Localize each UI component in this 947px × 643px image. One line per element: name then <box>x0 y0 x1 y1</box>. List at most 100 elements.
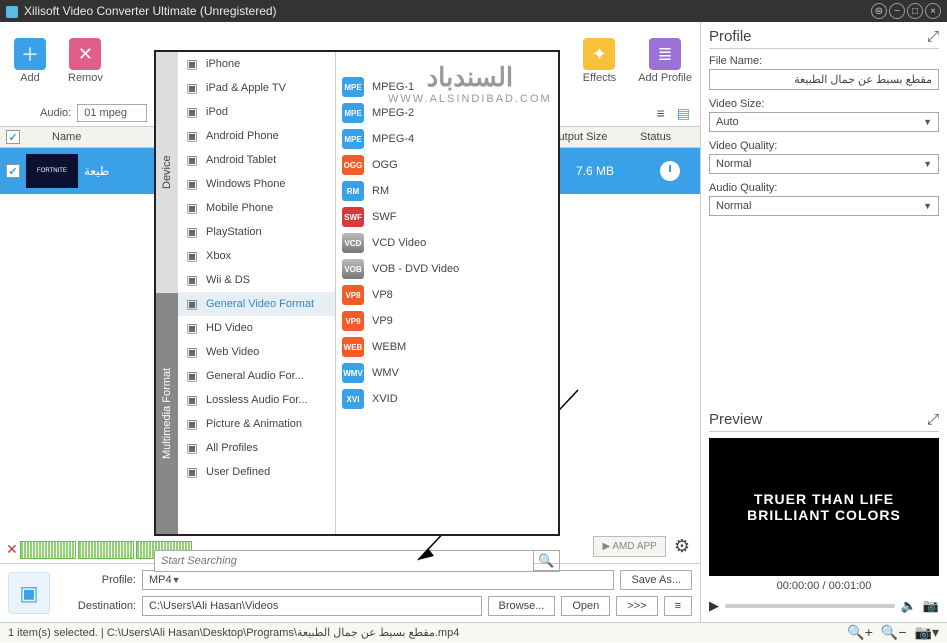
category-item[interactable]: ▣Android Phone <box>178 124 335 148</box>
expand-icon[interactable]: ⤢ <box>927 411 939 428</box>
tab-device[interactable]: Device <box>156 52 178 293</box>
filename-input[interactable]: مقطع بسيط عن جمال الطبيعة <box>709 69 939 90</box>
wave-close-icon[interactable]: ✕ <box>6 541 18 559</box>
category-item[interactable]: ▣Lossless Audio For... <box>178 388 335 412</box>
snapshot-status-icon[interactable]: 📷▾ <box>915 624 939 641</box>
format-item[interactable]: RMRM <box>336 178 558 204</box>
snapshot-icon[interactable]: 📷 <box>923 598 939 614</box>
status-text: 1 item(s) selected. | C:\Users\Ali Hasan… <box>8 626 459 639</box>
category-item[interactable]: ▣Android Tablet <box>178 148 335 172</box>
view-grid-icon[interactable]: ▤ <box>677 105 690 122</box>
close-button[interactable]: × <box>925 3 941 19</box>
format-icon: MPE <box>342 77 364 97</box>
category-icon: ▣ <box>184 272 200 288</box>
category-item[interactable]: ▣Picture & Animation <box>178 412 335 436</box>
category-item[interactable]: ▣Xbox <box>178 244 335 268</box>
category-item[interactable]: ▣iPod <box>178 100 335 124</box>
category-item[interactable]: ▣Windows Phone <box>178 172 335 196</box>
category-item[interactable]: ▣All Profiles <box>178 436 335 460</box>
help-button[interactable]: ⊜ <box>871 3 887 19</box>
category-item[interactable]: ▣PlayStation <box>178 220 335 244</box>
audio-select[interactable]: 01 mpeg <box>77 104 147 122</box>
category-item[interactable]: ▣Wii & DS <box>178 268 335 292</box>
play-button[interactable]: ▶ <box>709 598 719 614</box>
format-item[interactable]: OGGOGG <box>336 152 558 178</box>
col-output-size[interactable]: Output Size <box>550 131 640 143</box>
format-item[interactable]: MPEMPEG-2 <box>336 100 558 126</box>
format-item[interactable]: VP8VP8 <box>336 282 558 308</box>
format-icon: VOB <box>342 259 364 279</box>
category-item[interactable]: ▣Web Video <box>178 340 335 364</box>
col-status[interactable]: Status <box>640 131 700 143</box>
browse-button[interactable]: Browse... <box>488 596 556 616</box>
format-list[interactable]: MPEMPEG-1MPEMPEG-2MPEMPEG-4OGGOGGRMRMSWF… <box>336 52 558 534</box>
profile-search[interactable]: 🔍 <box>154 550 560 572</box>
search-icon[interactable]: 🔍 <box>533 551 559 571</box>
destination-input[interactable]: C:\Users\Ali Hasan\Videos <box>142 596 482 616</box>
category-item[interactable]: ▣User Defined <box>178 460 335 484</box>
category-item[interactable]: ▣HD Video <box>178 316 335 340</box>
remove-button[interactable]: ✕ Remov <box>60 34 111 88</box>
category-icon: ▣ <box>184 464 200 480</box>
zoom-in-icon[interactable]: 🔍+ <box>847 624 873 641</box>
category-item[interactable]: ▣iPhone <box>178 52 335 76</box>
format-icon: OGG <box>342 155 364 175</box>
format-item[interactable]: VOBVOB - DVD Video <box>336 256 558 282</box>
tab-multimedia-format[interactable]: Multimedia Format <box>156 293 178 534</box>
minimize-button[interactable]: − <box>889 3 905 19</box>
amd-app-button[interactable]: ▶ AMD APP <box>593 536 665 557</box>
row-checkbox[interactable]: ✓ <box>6 164 20 178</box>
window-controls: ⊜ − □ × <box>871 3 941 19</box>
category-icon: ▣ <box>184 344 200 360</box>
format-icon: VP9 <box>342 311 364 331</box>
format-item[interactable]: WMVWMV <box>336 360 558 386</box>
save-as-button[interactable]: Save As... <box>620 570 692 590</box>
dest-menu-button[interactable]: ≡ <box>664 596 692 616</box>
profile-select[interactable]: MP4▼ <box>142 570 614 590</box>
category-item[interactable]: ▣iPad & Apple TV <box>178 76 335 100</box>
format-item[interactable]: MPEMPEG-1 <box>336 74 558 100</box>
settings-gear-icon[interactable]: ⚙ <box>674 536 690 557</box>
category-list[interactable]: ▣iPhone▣iPad & Apple TV▣iPod▣Android Pho… <box>178 52 336 534</box>
format-icon: MPE <box>342 103 364 123</box>
search-input[interactable] <box>155 551 533 571</box>
category-item[interactable]: ▣General Audio For... <box>178 364 335 388</box>
category-icon: ▣ <box>184 392 200 408</box>
category-icon: ▣ <box>184 80 200 96</box>
format-icon: WEB <box>342 337 364 357</box>
effects-button[interactable]: ✦ Effects <box>575 34 624 88</box>
format-icon: RM <box>342 181 364 201</box>
format-item[interactable]: VP9VP9 <box>336 308 558 334</box>
category-item[interactable]: ▣General Video Format <box>178 292 335 316</box>
category-icon: ▣ <box>184 104 200 120</box>
maximize-button[interactable]: □ <box>907 3 923 19</box>
category-item[interactable]: ▣Mobile Phone <box>178 196 335 220</box>
format-icon: VCD <box>342 233 364 253</box>
format-item[interactable]: WEBWEBM <box>336 334 558 360</box>
category-icon: ▣ <box>184 176 200 192</box>
profile-icon: ≣ <box>649 38 681 70</box>
seek-bar[interactable] <box>725 604 895 608</box>
format-item[interactable]: VCDVCD Video <box>336 230 558 256</box>
add-profile-button[interactable]: ≣ Add Profile <box>630 34 700 88</box>
zoom-out-icon[interactable]: 🔍− <box>881 624 907 641</box>
add-button[interactable]: ＋ Add <box>6 34 54 88</box>
select-all-checkbox[interactable]: ✓ <box>6 130 20 144</box>
status-bar: 1 item(s) selected. | C:\Users\Ali Hasan… <box>0 622 947 642</box>
format-item[interactable]: SWFSWF <box>336 204 558 230</box>
volume-icon[interactable]: 🔈 <box>901 598 917 614</box>
format-item[interactable]: XVIXVID <box>336 386 558 412</box>
open-button[interactable]: Open <box>561 596 610 616</box>
audioquality-label: Audio Quality: <box>709 182 939 194</box>
thumbnail: FORTNITE <box>26 154 78 188</box>
format-item[interactable]: MPEMPEG-4 <box>336 126 558 152</box>
videoquality-select[interactable]: Normal▼ <box>709 154 939 174</box>
view-list-icon[interactable]: ≡ <box>657 105 665 121</box>
videoquality-label: Video Quality: <box>709 140 939 152</box>
clock-icon <box>660 161 680 181</box>
more-button[interactable]: >>> <box>616 596 657 616</box>
expand-icon[interactable]: ⤢ <box>927 28 939 45</box>
videosize-select[interactable]: Auto▼ <box>709 112 939 132</box>
x-icon: ✕ <box>69 38 101 70</box>
audioquality-select[interactable]: Normal▼ <box>709 196 939 216</box>
